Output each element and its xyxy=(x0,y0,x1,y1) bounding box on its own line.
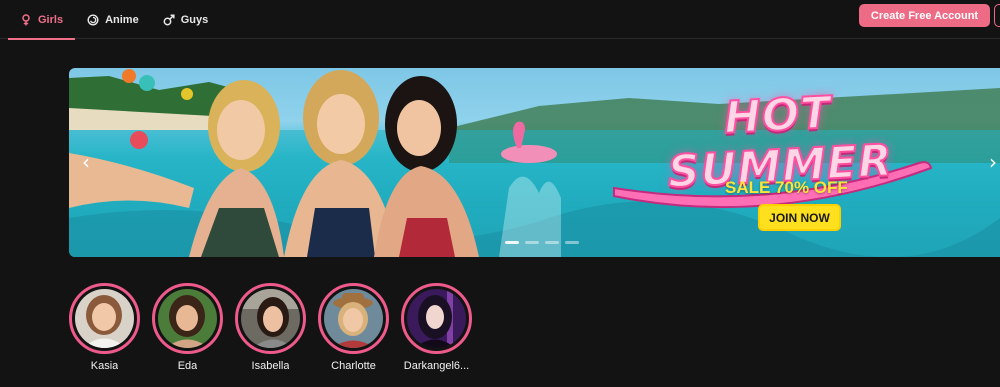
category-tabs: Girls Anime Guys xyxy=(8,0,221,40)
stories-row: Kasia Eda Isabella Charlotte Darkangel6.… xyxy=(69,283,472,372)
tab-guys-label: Guys xyxy=(180,13,209,26)
story-name: Eda xyxy=(177,360,198,372)
story-isabella[interactable]: Isabella xyxy=(235,283,306,372)
story-name: Darkangel6... xyxy=(403,360,470,372)
carousel-dot[interactable] xyxy=(505,241,519,244)
story-name: Charlotte xyxy=(331,360,376,372)
avatar xyxy=(324,289,383,348)
story-charlotte[interactable]: Charlotte xyxy=(318,283,389,372)
story-darkangel[interactable]: Darkangel6... xyxy=(401,283,472,372)
tab-anime-label: Anime xyxy=(105,13,139,26)
carousel-dot[interactable] xyxy=(545,241,559,244)
avatar xyxy=(241,289,300,348)
story-avatar-ring xyxy=(235,283,306,354)
story-avatar-ring xyxy=(152,283,223,354)
tab-girls[interactable]: Girls xyxy=(8,0,76,40)
avatar xyxy=(158,289,217,348)
top-navbar: Girls Anime Guys Create Free Account xyxy=(0,0,1000,40)
create-account-button[interactable]: Create Free Account xyxy=(859,4,990,27)
avatar xyxy=(407,289,466,348)
login-button-edge[interactable] xyxy=(994,4,1000,27)
spiral-icon xyxy=(87,13,99,26)
story-kasia[interactable]: Kasia xyxy=(69,283,140,372)
tab-guys[interactable]: Guys xyxy=(151,0,221,39)
carousel-dot[interactable] xyxy=(525,241,539,244)
carousel-dot[interactable] xyxy=(565,241,579,244)
tab-anime[interactable]: Anime xyxy=(75,0,151,39)
male-symbol-icon xyxy=(163,13,175,26)
female-symbol-icon xyxy=(20,13,32,26)
promo-subtitle: SALE 70% OFF xyxy=(725,178,848,197)
story-avatar-ring xyxy=(401,283,472,354)
story-avatar-ring xyxy=(69,283,140,354)
chevron-left-icon[interactable]: ‹ xyxy=(79,150,93,174)
chevron-right-icon[interactable]: › xyxy=(986,150,1000,174)
join-now-button[interactable]: JOIN NOW xyxy=(758,204,841,231)
carousel-dots xyxy=(505,241,579,244)
promo-banner[interactable]: HOT SUMMER SALE 70% OFF JOIN NOW ‹ › xyxy=(69,68,1000,257)
story-name: Kasia xyxy=(90,360,119,372)
avatar xyxy=(75,289,134,348)
story-avatar-ring xyxy=(318,283,389,354)
tab-girls-label: Girls xyxy=(38,13,64,26)
story-eda[interactable]: Eda xyxy=(152,283,223,372)
story-name: Isabella xyxy=(251,360,290,372)
